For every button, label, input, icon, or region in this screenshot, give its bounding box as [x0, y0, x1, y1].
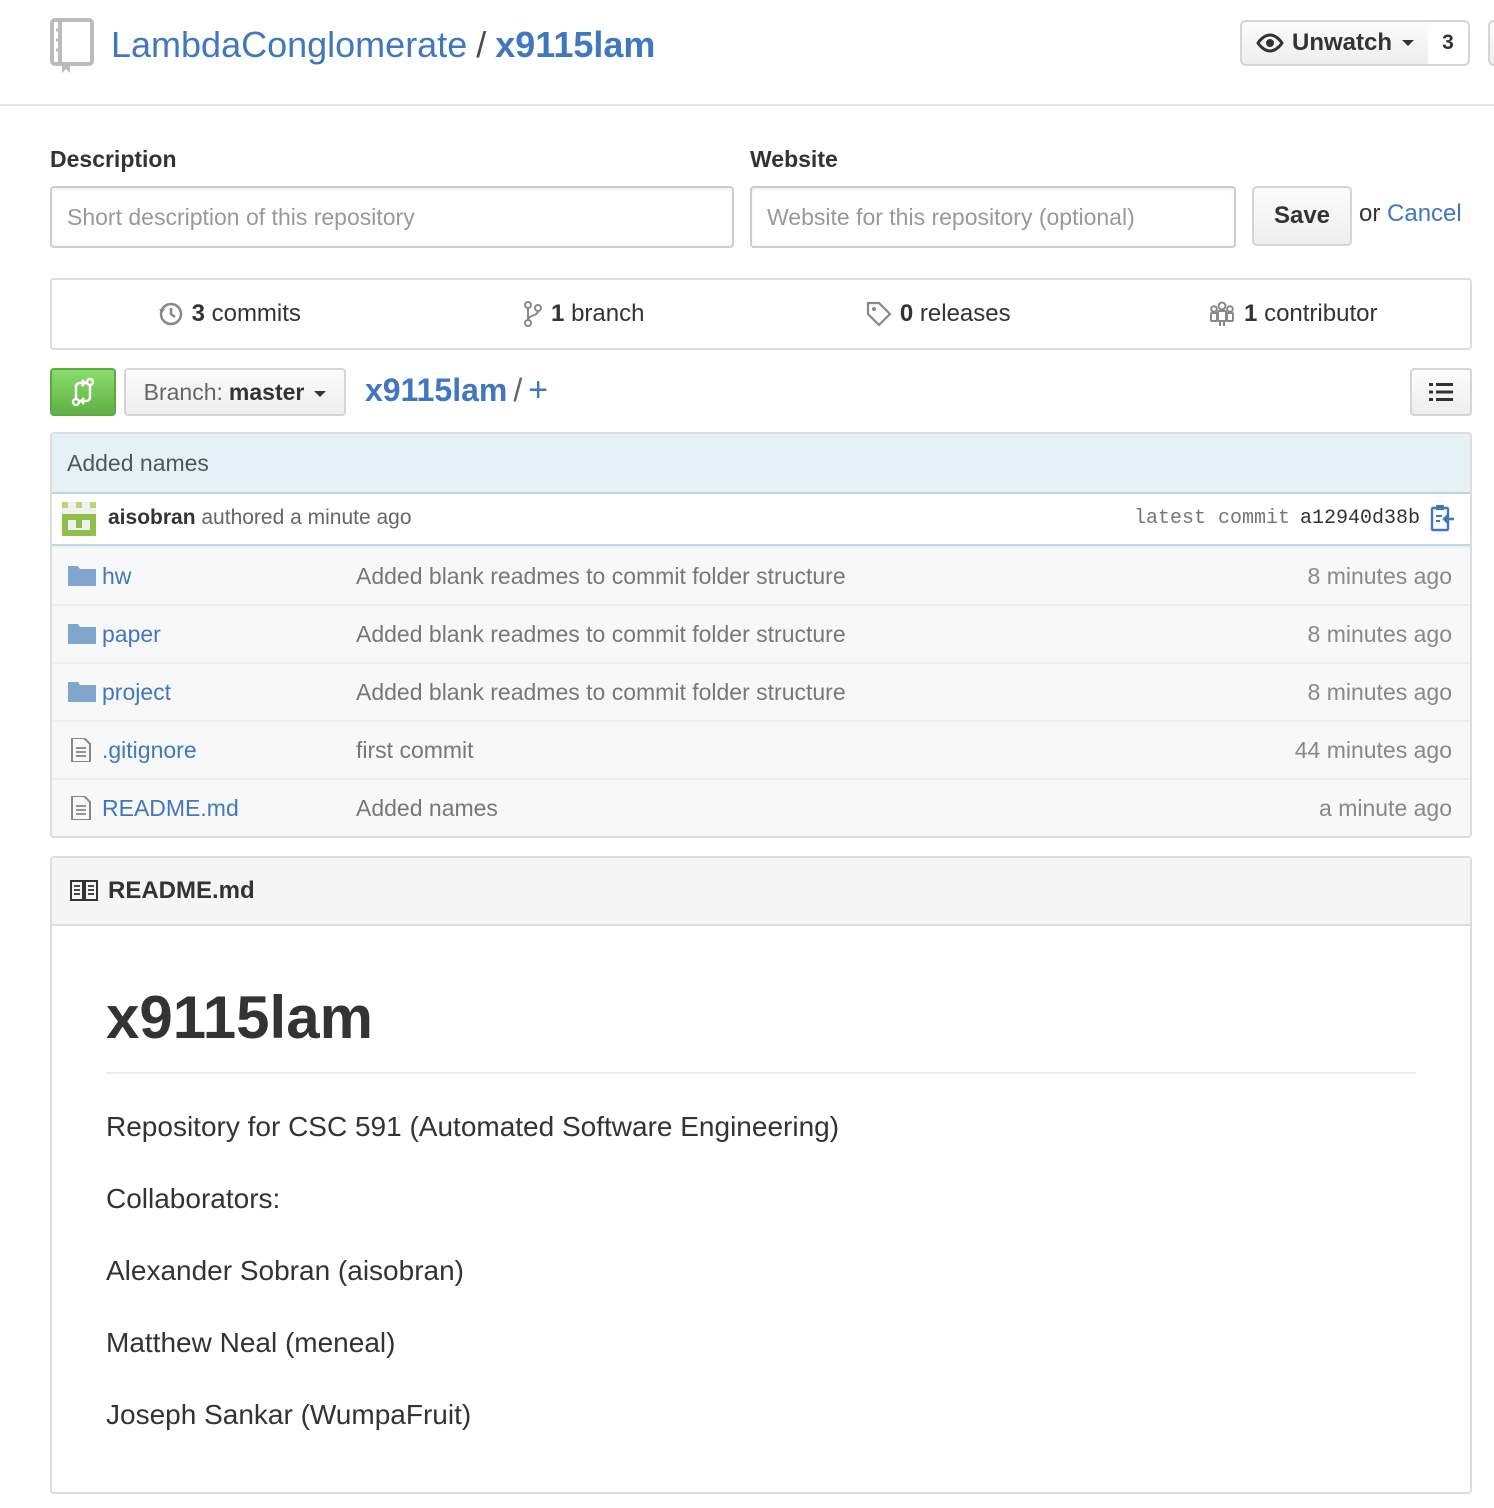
or-text: or — [1359, 200, 1381, 227]
branch-prefix: Branch: — [143, 378, 223, 405]
branches-count: 1 — [551, 300, 565, 327]
commits-link[interactable]: 3 commits — [52, 280, 407, 348]
repo-header: LambdaConglomerate / x9115lam Unwatch 3 — [0, 0, 1494, 106]
folder-icon — [68, 566, 96, 586]
watchers-count[interactable]: 3 — [1428, 20, 1470, 66]
list-view-button[interactable] — [1410, 368, 1472, 416]
file-name-link[interactable]: .gitignore — [102, 737, 197, 764]
clipboard-icon[interactable] — [1430, 504, 1456, 532]
book-icon — [70, 880, 98, 901]
numbers-summary: 3 commits 1 branch 0 releases 1 contribu… — [50, 278, 1472, 350]
commit-sha[interactable]: a12940d38b — [1300, 507, 1420, 530]
unwatch-button[interactable]: Unwatch — [1240, 20, 1430, 66]
repo-title: LambdaConglomerate / x9115lam — [111, 22, 655, 68]
branch-select[interactable]: Branch: master — [124, 368, 346, 416]
website-input[interactable] — [750, 186, 1236, 248]
file-age: 8 minutes ago — [1307, 679, 1452, 705]
file-text-icon — [71, 738, 91, 762]
breadcrumb: x9115lam / + — [365, 368, 548, 412]
commits-label: commits — [211, 300, 301, 327]
branches-link[interactable]: 1 branch — [407, 280, 762, 348]
file-age: 8 minutes ago — [1307, 563, 1452, 589]
readme-filename: README.md — [108, 877, 255, 904]
compare-icon — [71, 377, 95, 407]
breadcrumb-separator: / — [513, 372, 523, 408]
organization-icon — [1210, 301, 1235, 326]
readme-title: x9115lam — [106, 982, 1416, 1074]
readme-paragraph: Repository for CSC 591 (Automated Softwa… — [106, 1111, 840, 1142]
add-file-button[interactable]: + — [528, 371, 548, 409]
title-separator: / — [476, 24, 487, 65]
readme-paragraph: Alexander Sobran (aisobran) — [106, 1255, 464, 1286]
file-text-icon — [71, 796, 91, 820]
folder-icon — [68, 682, 96, 702]
file-row[interactable]: README.md Added names a minute ago — [52, 778, 1470, 836]
readme-paragraph: Joseph Sankar (WumpaFruit) — [106, 1399, 472, 1430]
file-row[interactable]: hw Added blank readmes to commit folder … — [52, 546, 1470, 604]
commit-author[interactable]: aisobran — [108, 506, 196, 529]
description-input[interactable] — [50, 186, 734, 248]
file-row[interactable]: .gitignore first commit 44 minutes ago — [52, 720, 1470, 778]
branch-name: master — [228, 378, 305, 405]
readme-panel: README.md x9115lam Repository for CSC 59… — [50, 856, 1472, 1494]
star-button[interactable] — [1488, 20, 1494, 66]
contributors-link[interactable]: 1 contributor — [1116, 280, 1471, 348]
file-table: Added names aisobran authored a minute a… — [50, 432, 1472, 838]
commit-meta: aisobran authored a minute ago latest co… — [52, 494, 1470, 546]
file-commit-message[interactable]: Added blank readmes to commit folder str… — [356, 679, 846, 706]
compare-button[interactable] — [50, 368, 116, 416]
commit-sha-block: latest commit a12940d38b — [1134, 504, 1456, 532]
readme-body: x9115lam Repository for CSC 591 (Automat… — [52, 926, 1470, 1434]
file-age: a minute ago — [1319, 795, 1452, 821]
website-label: Website — [750, 146, 838, 172]
or-cancel: or Cancel — [1359, 200, 1462, 228]
file-age: 8 minutes ago — [1307, 621, 1452, 647]
branches-label: branch — [571, 300, 645, 327]
list-icon — [1429, 383, 1453, 401]
commits-count: 3 — [191, 300, 205, 327]
chevron-down-icon — [314, 391, 327, 397]
git-branch-icon — [524, 301, 543, 327]
repo-owner-link[interactable]: LambdaConglomerate — [111, 24, 467, 65]
file-age: 44 minutes ago — [1294, 737, 1452, 763]
readme-paragraph: Collaborators: — [106, 1183, 281, 1214]
file-name-link[interactable]: project — [102, 679, 171, 706]
contributors-label: contributor — [1264, 300, 1378, 327]
breadcrumb-root-link[interactable]: x9115lam — [365, 372, 507, 408]
commit-message[interactable]: Added names — [52, 434, 1470, 494]
readme-paragraph: Matthew Neal (meneal) — [106, 1327, 396, 1358]
cancel-link[interactable]: Cancel — [1387, 200, 1462, 227]
commit-author-line: aisobran authored a minute ago — [108, 506, 412, 530]
releases-label: releases — [919, 300, 1011, 327]
file-commit-message[interactable]: first commit — [356, 737, 474, 764]
releases-count: 0 — [899, 300, 914, 327]
releases-link[interactable]: 0 releases — [761, 280, 1116, 348]
eye-icon — [1256, 33, 1284, 53]
file-row[interactable]: project Added blank readmes to commit fo… — [52, 662, 1470, 720]
file-commit-message[interactable]: Added names — [356, 795, 498, 822]
file-name-link[interactable]: paper — [102, 621, 161, 648]
file-row[interactable]: paper Added blank readmes to commit fold… — [52, 604, 1470, 662]
save-button[interactable]: Save — [1252, 186, 1352, 246]
commit-sha-label: latest commit — [1133, 506, 1290, 530]
file-name-link[interactable]: hw — [102, 563, 131, 590]
chevron-down-icon — [1402, 40, 1414, 46]
readme-header: README.md — [52, 858, 1470, 926]
commit-authored-time: authored a minute ago — [201, 506, 412, 529]
avatar[interactable] — [62, 502, 96, 536]
file-commit-message[interactable]: Added blank readmes to commit folder str… — [356, 621, 846, 648]
unwatch-label: Unwatch — [1291, 29, 1392, 56]
repo-icon — [50, 18, 94, 73]
folder-icon — [68, 624, 96, 644]
tag-icon — [866, 301, 892, 327]
description-label: Description — [50, 146, 177, 172]
contributors-count: 1 — [1244, 300, 1258, 327]
repo-name-link[interactable]: x9115lam — [495, 24, 655, 65]
file-commit-message[interactable]: Added blank readmes to commit folder str… — [356, 563, 846, 590]
file-name-link[interactable]: README.md — [102, 795, 239, 822]
history-icon — [158, 302, 182, 326]
